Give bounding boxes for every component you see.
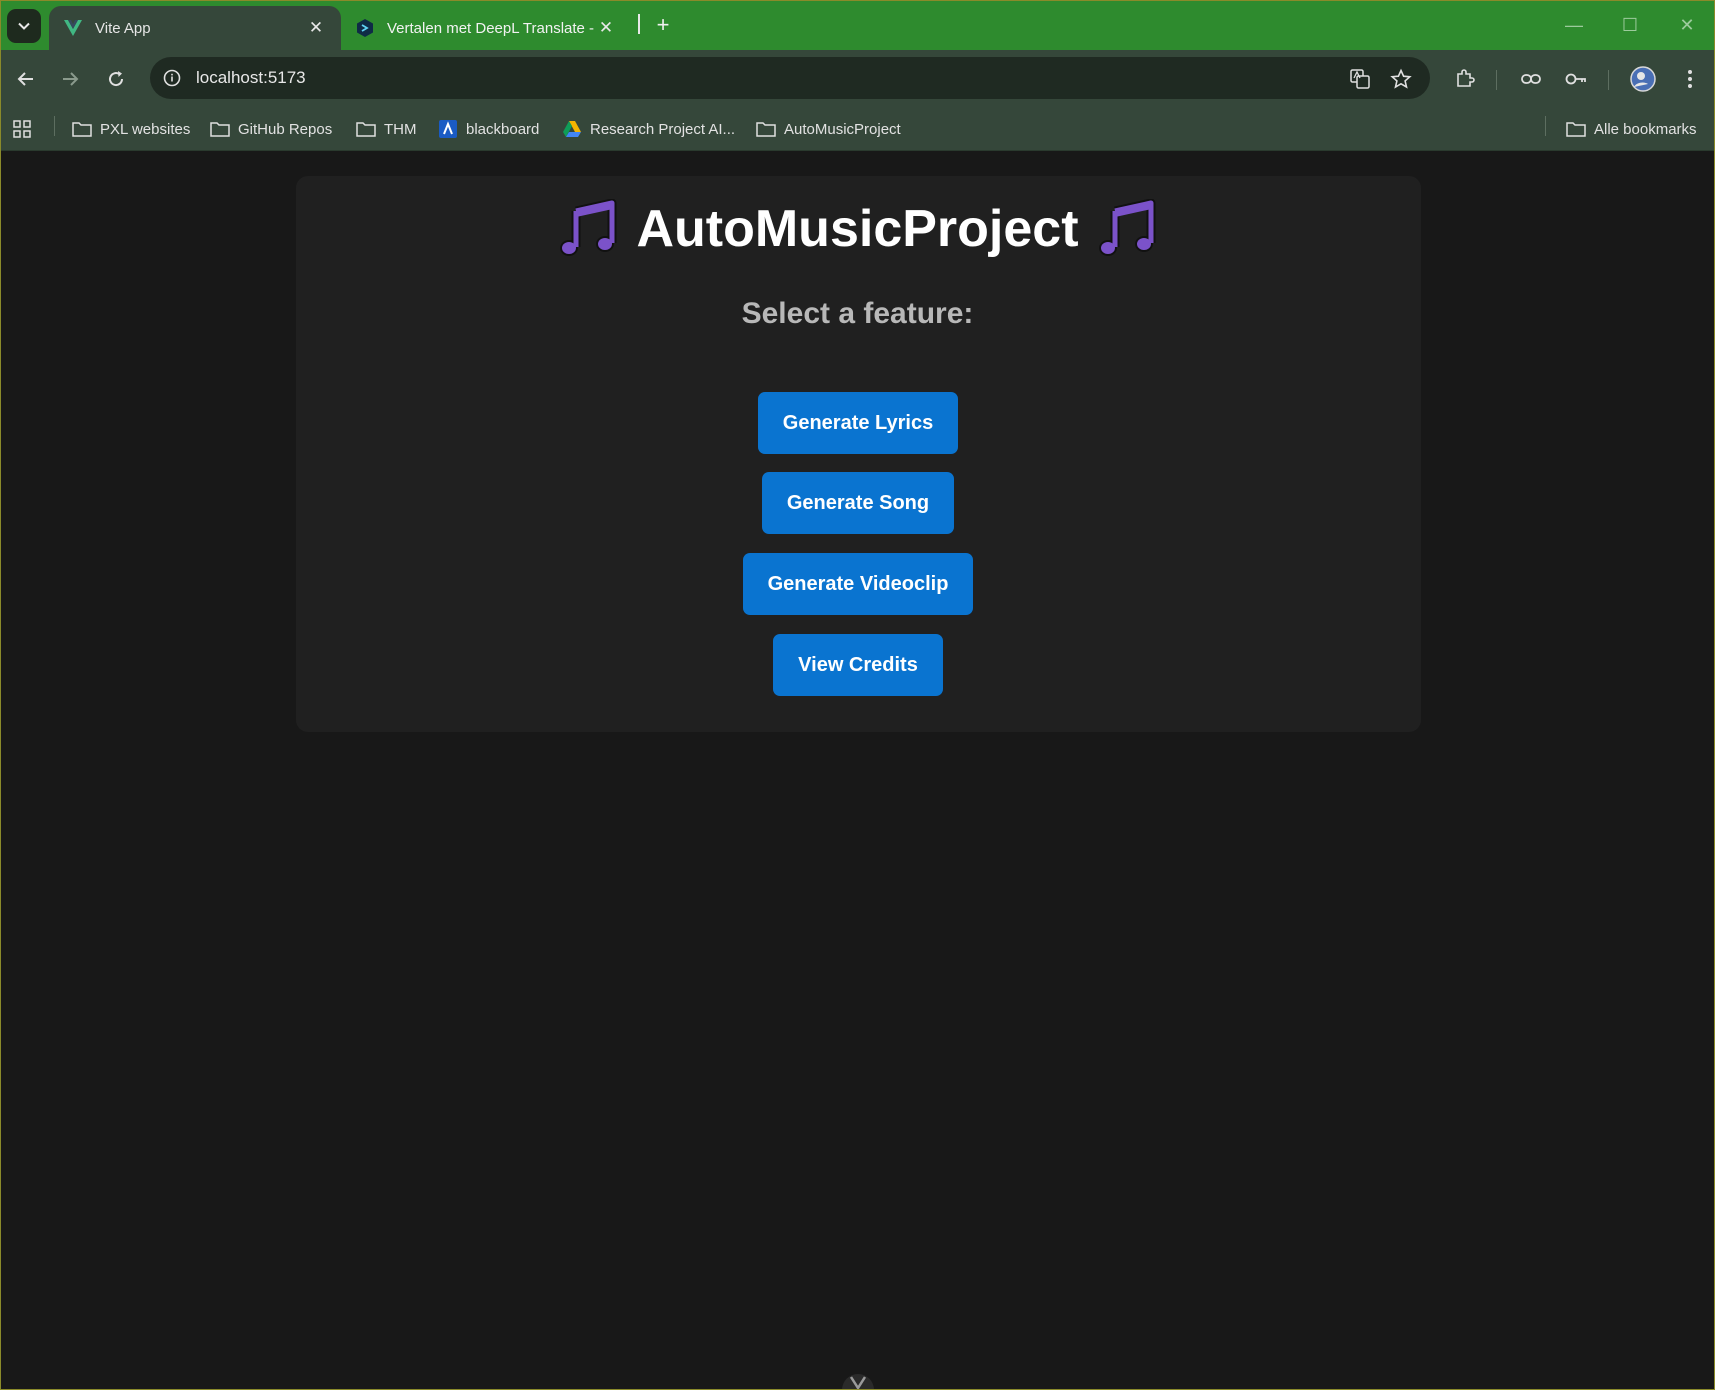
menu-kebab-icon[interactable]: [1674, 63, 1706, 95]
bookmark-pxl-websites[interactable]: PXL websites: [72, 116, 190, 142]
chevron-down-icon: [18, 22, 30, 30]
app-title-text: AutoMusicProject: [636, 200, 1079, 258]
arrow-right-icon: [63, 72, 79, 86]
address-url[interactable]: localhost:5173: [196, 68, 306, 88]
tab-title: Vertalen met DeepL Translate -: [387, 19, 595, 37]
generate-song-button[interactable]: Generate Song: [762, 472, 954, 534]
bookmarks-bar: PXL websites GitHub Repos THM blackboard…: [0, 108, 1715, 151]
bookmark-research-project[interactable]: Research Project AI...: [562, 116, 735, 142]
forward-button[interactable]: [54, 63, 86, 95]
password-key-icon[interactable]: [1560, 63, 1592, 95]
bookmark-label: GitHub Repos: [238, 120, 333, 138]
blackboard-icon: [438, 119, 458, 139]
bookmark-thm[interactable]: THM: [356, 116, 417, 142]
back-button[interactable]: [10, 63, 42, 95]
arrow-left-icon: [17, 72, 33, 86]
folder-icon: [72, 119, 92, 139]
bookmark-label: AutoMusicProject: [784, 120, 901, 138]
all-bookmarks[interactable]: Alle bookmarks: [1566, 116, 1697, 142]
view-credits-button[interactable]: View Credits: [773, 634, 943, 696]
folder-icon: [1566, 119, 1586, 139]
generate-lyrics-button[interactable]: Generate Lyrics: [758, 392, 958, 454]
bookmark-label: Research Project AI...: [590, 120, 736, 138]
tab-title: Vite App: [95, 19, 151, 37]
toolbar-separator: [1608, 70, 1609, 90]
vite-icon: [63, 18, 83, 38]
bookmarks-separator: [54, 116, 55, 136]
page-title: AutoMusicProject: [0, 194, 1715, 264]
bookmark-github-repos[interactable]: GitHub Repos: [210, 116, 332, 142]
music-note-icon: [558, 199, 618, 259]
tab-vite-app[interactable]: Vite App ✕: [49, 6, 341, 50]
reload-button[interactable]: [100, 63, 132, 95]
tab-search-button[interactable]: [7, 9, 41, 43]
tab-close-icon[interactable]: ✕: [595, 17, 617, 39]
maximize-button[interactable]: ☐: [1610, 8, 1650, 42]
address-bar[interactable]: localhost:5173: [150, 57, 1430, 99]
select-feature-heading: Select a feature:: [741, 297, 974, 330]
reload-icon: [109, 71, 124, 87]
toolbar-separator: [1496, 70, 1497, 90]
bookmark-label: THM: [384, 120, 417, 138]
translate-icon[interactable]: [1347, 66, 1373, 92]
vue-devtools-icon[interactable]: [842, 1366, 874, 1390]
deepl-icon: [355, 18, 375, 38]
music-note-icon: [1097, 199, 1157, 259]
bookmark-label: PXL websites: [100, 120, 191, 138]
minimize-button[interactable]: —: [1554, 8, 1594, 42]
new-tab-button[interactable]: +: [650, 11, 676, 39]
bookmark-star-icon[interactable]: [1388, 66, 1414, 92]
bookmark-label: blackboard: [466, 120, 540, 138]
link-icon[interactable]: [1515, 63, 1547, 95]
tab-close-icon[interactable]: ✕: [305, 17, 327, 39]
google-drive-icon: [562, 119, 582, 139]
bookmark-automusicproject[interactable]: AutoMusicProject: [756, 116, 901, 142]
bookmarks-separator: [1545, 116, 1546, 136]
browser-toolbar: localhost:5173: [0, 50, 1715, 108]
all-bookmarks-label: Alle bookmarks: [1594, 120, 1697, 138]
folder-icon: [756, 119, 776, 139]
profile-avatar[interactable]: [1627, 63, 1659, 95]
folder-icon: [210, 119, 230, 139]
folder-icon: [356, 119, 376, 139]
extensions-icon[interactable]: [1449, 63, 1481, 95]
site-info-icon[interactable]: [160, 66, 184, 90]
close-window-button[interactable]: ✕: [1667, 8, 1707, 42]
generate-videoclip-button[interactable]: Generate Videoclip: [743, 553, 973, 615]
tab-deepl[interactable]: Vertalen met DeepL Translate - ✕: [341, 6, 631, 50]
tab-separator: [638, 14, 640, 34]
tab-strip: Vite App ✕ Vertalen met DeepL Translate …: [0, 0, 1715, 50]
apps-grid-icon[interactable]: [12, 116, 32, 142]
bookmark-blackboard[interactable]: blackboard: [438, 116, 539, 142]
